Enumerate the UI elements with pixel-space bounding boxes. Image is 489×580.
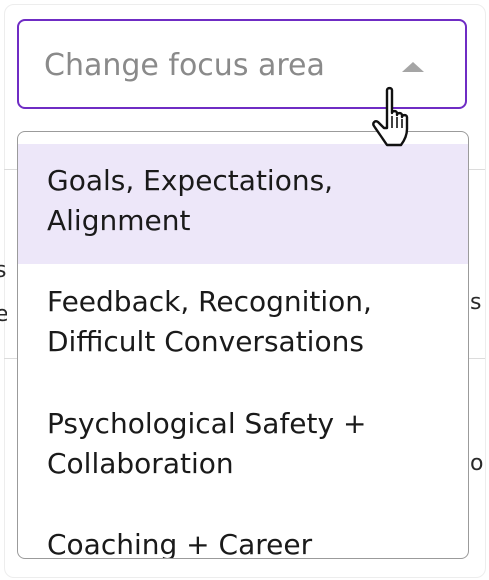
option-label: Goals, Expectations, Alignment [47,164,334,237]
option-coaching-career[interactable]: Coaching + Career [18,525,468,559]
background-text-fragment: s [470,292,482,314]
background-text-fragment: or [470,453,484,475]
background-text-fragment: s [0,260,7,282]
option-label: Psychological Safety + Collaboration [47,407,367,480]
option-label: Feedback, Recognition, Difficult Convers… [47,285,372,358]
focus-area-select[interactable]: Change focus area [17,19,467,109]
caret-up-icon [402,62,424,72]
select-placeholder: Change focus area [44,48,325,83]
option-feedback-recognition[interactable]: Feedback, Recognition, Difficult Convers… [18,282,468,402]
option-goals-expectations-alignment[interactable]: Goals, Expectations, Alignment [18,144,468,264]
option-psychological-safety[interactable]: Psychological Safety + Collaboration [18,404,468,524]
background-text-fragment: e [0,304,7,326]
option-label: Coaching + Career [47,528,313,559]
focus-area-picker: s e s or Change focus area Goals, Expect… [0,0,489,580]
focus-area-dropdown[interactable]: Goals, Expectations, Alignment Feedback,… [17,131,469,559]
